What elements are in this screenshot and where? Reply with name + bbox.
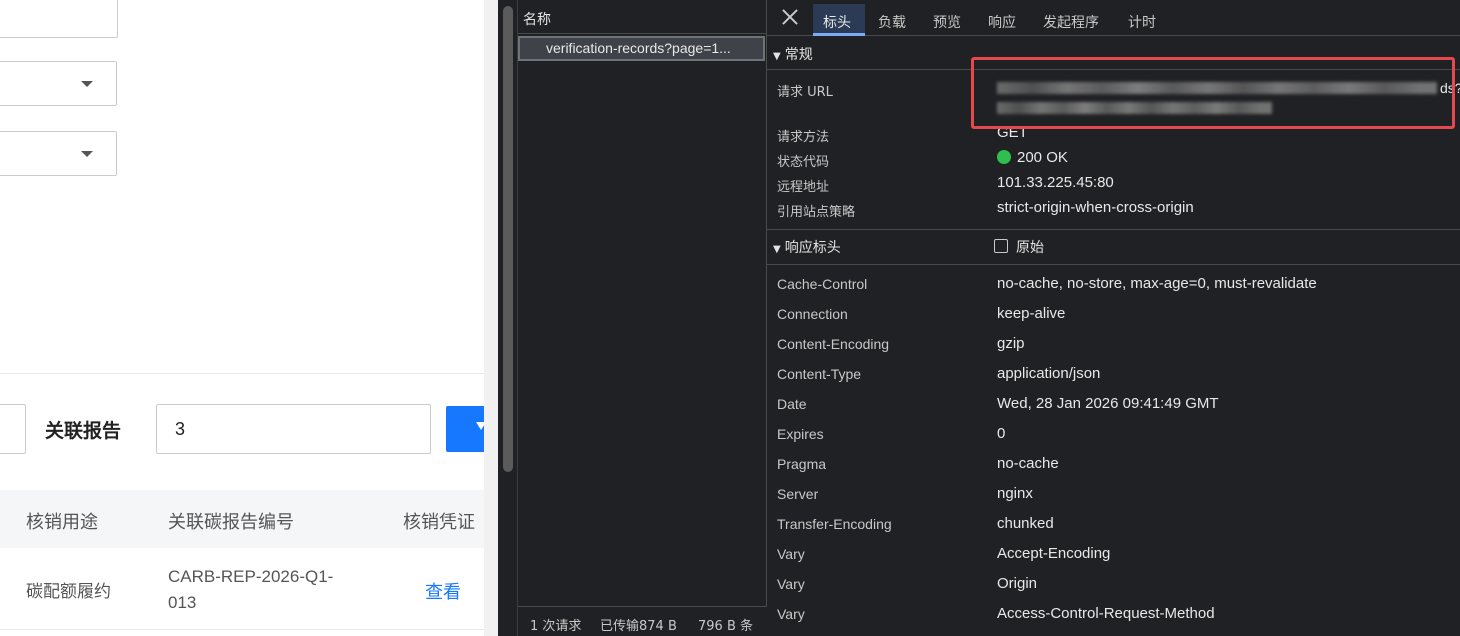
general-key-request-url: 请求 URL	[777, 85, 833, 100]
header-key-cache-control: Cache-Control	[777, 276, 868, 292]
tab-response[interactable]: 响应	[988, 12, 1016, 32]
header-key-connection: Connection	[777, 306, 848, 322]
filter-button[interactable]	[446, 406, 484, 452]
report-code-line2: 013	[168, 593, 197, 612]
request-list-header: 名称	[518, 0, 767, 34]
devtools-scrollbar[interactable]	[498, 0, 518, 636]
general-key-status: 状态代码	[777, 155, 830, 170]
request-row-selected[interactable]: verification-records?page=1...	[518, 36, 765, 61]
filter-label-report: 关联报告	[45, 420, 122, 442]
request-url-tail: ds?	[1440, 80, 1460, 96]
general-section-title: 常规	[784, 47, 813, 63]
header-value-content-encoding: gzip	[997, 335, 1025, 352]
request-list-pane: 名称 verification-records?page=1... 1 次请求 …	[518, 0, 767, 636]
web-page: 关联报告 3 核销用途 关联碳报告编号 核销凭证 碳配额履约 CARB-REP-…	[0, 0, 484, 636]
report-filter-input[interactable]: 3	[156, 404, 431, 454]
header-value-date: Wed, 28 Jan 2026 09:41:49 GMT	[997, 395, 1219, 412]
header-value-pragma: no-cache	[997, 455, 1059, 472]
header-key-vary-1: Vary	[777, 546, 805, 562]
select-dropdown-1[interactable]	[0, 61, 117, 106]
tab-initiator[interactable]: 发起程序	[1043, 12, 1099, 32]
header-key-pragma: Pragma	[777, 456, 827, 472]
resource-size: 796 B 条	[698, 619, 753, 634]
response-headers-title: 响应标头	[784, 240, 841, 256]
header-value-server: nginx	[997, 485, 1033, 502]
divider	[767, 264, 1460, 265]
devtools-panel: 名称 verification-records?page=1... 1 次请求 …	[498, 0, 1460, 636]
url-blur-line2	[997, 102, 1272, 114]
triangle-down-icon: ▼	[773, 244, 781, 255]
header-value-vary-1: Accept-Encoding	[997, 545, 1111, 562]
request-detail-pane: 标头 负载 预览 响应 发起程序 计时 ▼常规 请求 URL ds? 请求方法 …	[767, 0, 1460, 636]
cell-purpose: 碳配额履约	[26, 582, 111, 602]
header-key-vary-2: Vary	[777, 576, 805, 592]
column-header-report-code: 关联碳报告编号	[168, 512, 294, 533]
header-key-content-type: Content-Type	[777, 366, 862, 382]
general-value-status: 200 OK	[997, 149, 1068, 166]
table-row: 碳配额履约 CARB-REP-2026-Q1- 013 查看	[0, 548, 484, 630]
header-key-transfer-encoding: Transfer-Encoding	[777, 516, 892, 532]
general-key-method: 请求方法	[777, 130, 830, 145]
section-divider	[0, 373, 484, 374]
request-count: 1 次请求	[530, 619, 582, 634]
header-value-cache-control: no-cache, no-store, max-age=0, must-reva…	[997, 275, 1317, 292]
general-value-method: GET	[997, 124, 1028, 141]
general-key-referrer-policy: 引用站点策略	[777, 205, 856, 220]
header-key-date: Date	[777, 396, 807, 412]
divider	[767, 229, 1460, 230]
header-value-content-type: application/json	[997, 365, 1101, 382]
header-key-server: Server	[777, 486, 819, 502]
column-header-voucher: 核销凭证	[403, 512, 475, 533]
tab-payload[interactable]: 负载	[878, 12, 906, 32]
scrollbar-thumb[interactable]	[503, 6, 513, 472]
general-value-referrer-policy: strict-origin-when-cross-origin	[997, 199, 1194, 216]
cell-report-code: CARB-REP-2026-Q1- 013	[168, 564, 368, 616]
general-value-remote-address: 101.33.225.45:80	[997, 174, 1114, 191]
raw-headers-label: 原始	[1016, 240, 1044, 256]
request-url-blurred	[997, 78, 1447, 118]
name-column-header[interactable]: 名称	[523, 9, 551, 29]
page-scroll-gutter	[484, 0, 498, 636]
header-value-vary-2: Origin	[997, 575, 1038, 592]
header-key-expires: Expires	[777, 426, 824, 442]
status-ok-icon	[997, 150, 1011, 164]
url-blur-line1	[997, 82, 1437, 94]
header-value-connection: keep-alive	[997, 305, 1066, 322]
response-headers-toggle[interactable]: ▼ 响应标头	[773, 237, 841, 257]
table-header: 核销用途 关联碳报告编号 核销凭证	[0, 490, 484, 548]
status-text: 200 OK	[1017, 149, 1068, 166]
filter-icon	[476, 422, 484, 430]
view-voucher-link[interactable]: 查看	[425, 578, 461, 604]
chevron-down-icon	[81, 151, 93, 157]
tab-preview[interactable]: 预览	[933, 12, 961, 32]
report-code-line1: CARB-REP-2026-Q1-	[168, 567, 334, 586]
close-icon[interactable]	[781, 8, 799, 26]
active-tab-underline	[813, 33, 865, 36]
transferred-size: 已传输874 B	[600, 619, 677, 634]
triangle-down-icon: ▼	[773, 51, 781, 62]
column-header-purpose: 核销用途	[26, 512, 98, 533]
header-key-vary-3: Vary	[777, 606, 805, 622]
header-value-transfer-encoding: chunked	[997, 515, 1054, 532]
general-key-remote-address: 远程地址	[777, 180, 830, 195]
request-summary-bar: 1 次请求 已传输874 B 796 B 条	[518, 606, 767, 636]
header-value-expires: 0	[997, 425, 1006, 442]
filter-input-left[interactable]	[0, 404, 26, 454]
detail-tabs: 标头 负载 预览 响应 发起程序 计时	[767, 0, 1460, 36]
select-dropdown-2[interactable]	[0, 131, 117, 176]
raw-headers-checkbox[interactable]	[994, 239, 1008, 253]
divider	[767, 69, 1460, 70]
tab-timing[interactable]: 计时	[1128, 12, 1156, 32]
header-key-content-encoding: Content-Encoding	[777, 336, 890, 352]
chevron-down-icon	[81, 81, 93, 87]
text-input-top[interactable]	[0, 0, 118, 38]
general-section-toggle[interactable]: ▼ 常规	[773, 44, 813, 64]
tab-headers[interactable]: 标头	[823, 12, 851, 32]
header-value-vary-3: Access-Control-Request-Method	[997, 605, 1215, 622]
request-name: verification-records?page=1...	[546, 40, 731, 56]
